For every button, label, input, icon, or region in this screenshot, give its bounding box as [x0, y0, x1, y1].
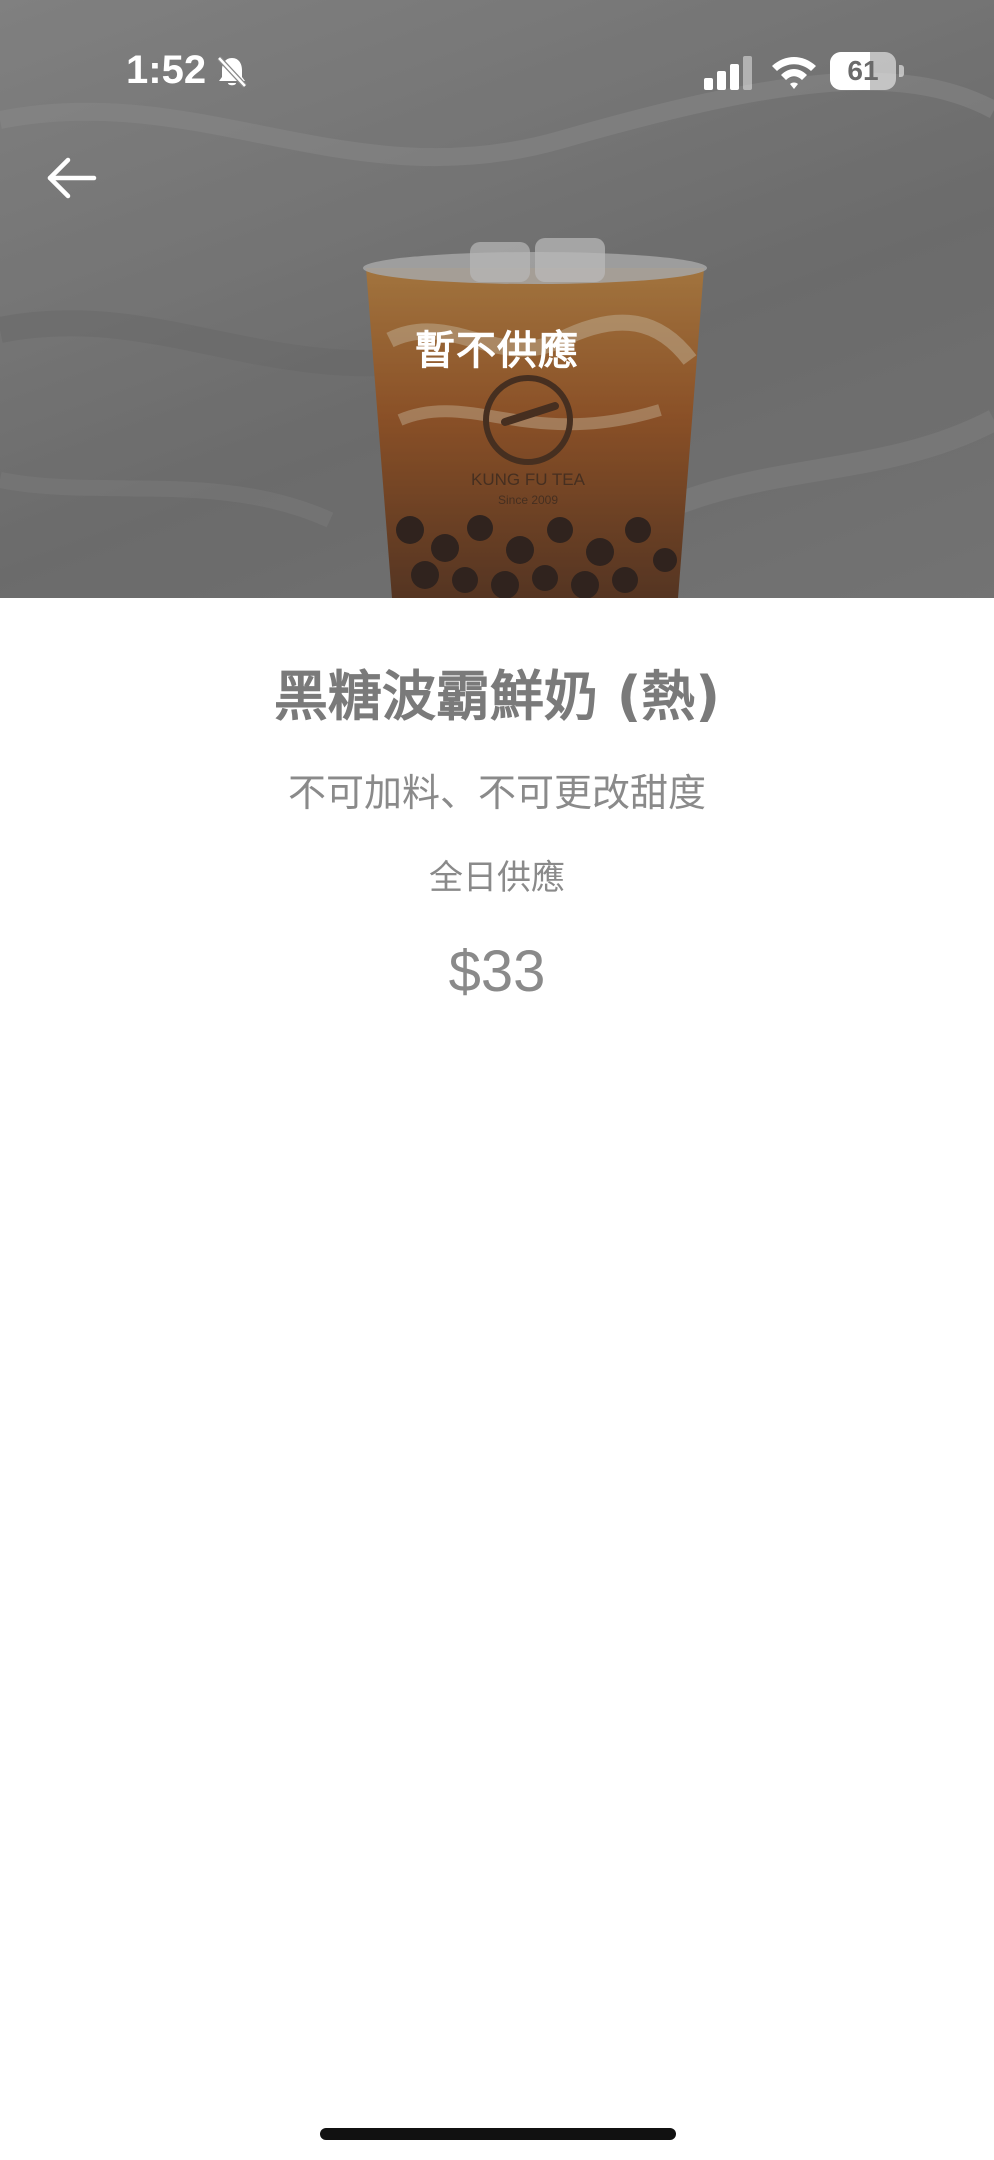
battery-tip	[899, 65, 904, 77]
wifi-icon	[772, 57, 816, 89]
back-button[interactable]	[40, 146, 104, 210]
product-name: 黑糖波霸鮮奶 (熱)	[273, 665, 721, 728]
battery-body: 61	[830, 52, 896, 90]
bell-slash-icon	[217, 56, 247, 88]
cellular-signal-icon	[704, 56, 752, 90]
arrow-left-icon	[47, 157, 97, 199]
product-hero: KUNG FU TEA Since 2009 暫不供應 1:52 61	[0, 0, 994, 598]
product-availability: 全日供應	[429, 858, 565, 898]
unavailable-badge: 暫不供應	[415, 328, 579, 374]
battery-level-text: 61	[847, 55, 879, 86]
product-note: 不可加料、不可更改甜度	[287, 771, 706, 815]
home-indicator[interactable]	[320, 2128, 676, 2140]
status-time: 1:52	[126, 48, 207, 92]
battery-icon: 61	[830, 52, 904, 92]
product-price: $33	[448, 939, 546, 1004]
